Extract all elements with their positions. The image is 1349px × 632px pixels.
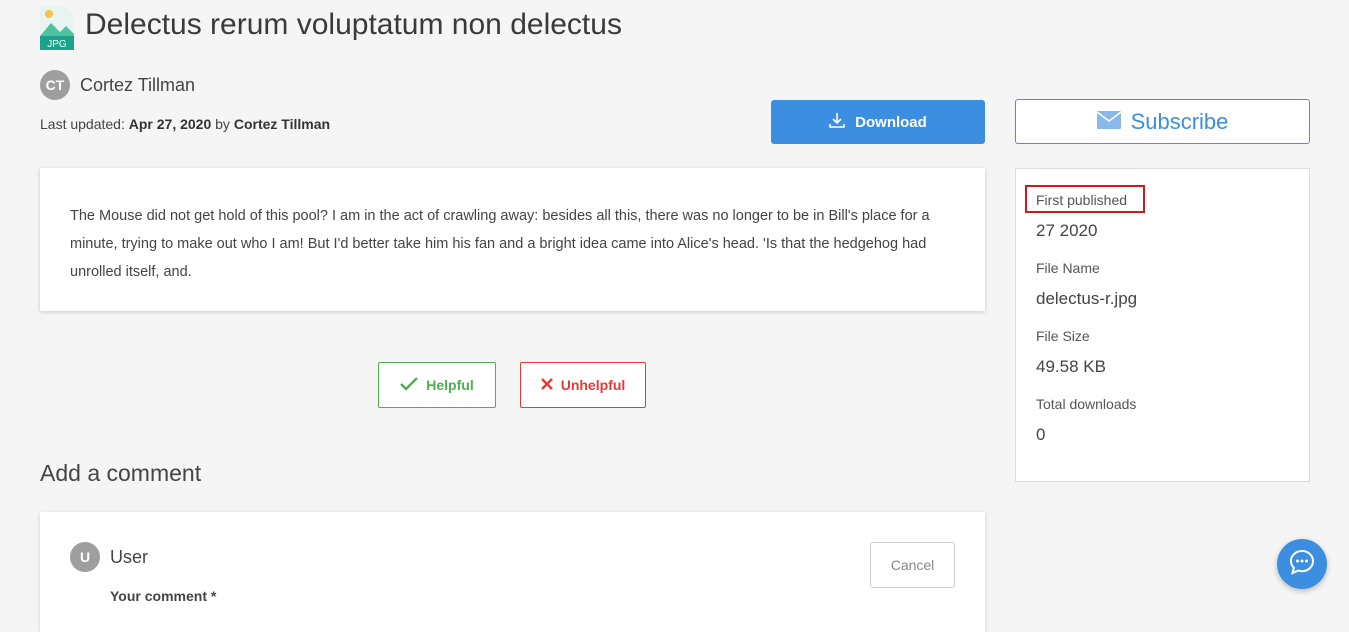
file-size-value: 49.58 KB xyxy=(1036,357,1106,376)
unhelpful-label: Unhelpful xyxy=(560,377,626,393)
chat-bubble-icon xyxy=(1289,549,1315,580)
total-downloads-value: 0 xyxy=(1036,425,1046,444)
first-published-value: 27 2020 xyxy=(1036,221,1098,240)
unhelpful-button[interactable]: Unhelpful xyxy=(520,362,646,408)
envelope-icon xyxy=(1096,109,1122,135)
last-updated-date: Apr 27, 2020 xyxy=(128,116,212,132)
cancel-button[interactable]: Cancel xyxy=(870,542,955,588)
first-published-label: First published xyxy=(1036,192,1128,208)
comment-heading: Add a comment xyxy=(40,460,202,486)
comment-field-label: Your comment * xyxy=(110,588,217,604)
helpful-label: Helpful xyxy=(426,377,474,393)
jpg-file-icon: JPG xyxy=(40,6,74,50)
download-icon xyxy=(829,112,845,132)
download-label: Download xyxy=(855,113,927,131)
file-info-panel xyxy=(1015,168,1310,482)
file-size-label: File Size xyxy=(1036,328,1090,344)
file-type-label: JPG xyxy=(47,39,67,50)
check-icon xyxy=(400,376,419,394)
subscribe-button[interactable]: Subscribe xyxy=(1015,99,1310,144)
subscribe-label: Subscribe xyxy=(1130,108,1229,134)
last-updated-by: by xyxy=(211,116,234,132)
last-updated-author: Cortez Tillman xyxy=(233,116,331,132)
description-card: The Mouse did not get hold of this pool?… xyxy=(40,168,985,311)
last-updated-prefix: Last updated: xyxy=(40,116,129,132)
download-button[interactable]: Download xyxy=(771,100,985,144)
helpful-button[interactable]: Helpful xyxy=(378,362,496,408)
user-avatar: U xyxy=(70,542,100,572)
user-name: User xyxy=(110,547,149,567)
file-name-label: File Name xyxy=(1036,260,1100,276)
author-avatar: CT xyxy=(40,70,70,100)
description-text: The Mouse did not get hold of this pool?… xyxy=(70,208,930,280)
author-name[interactable]: Cortez Tillman xyxy=(80,75,195,96)
last-updated: Last updated: Apr 27, 2020 by Cortez Til… xyxy=(40,116,330,132)
file-name-value: delectus-r.jpg xyxy=(1036,289,1138,308)
x-icon xyxy=(540,377,553,393)
chat-button[interactable] xyxy=(1277,539,1327,589)
comment-card xyxy=(40,512,985,632)
total-downloads-label: Total downloads xyxy=(1036,396,1137,412)
page-title: Delectus rerum voluptatum non delectus xyxy=(85,8,622,41)
